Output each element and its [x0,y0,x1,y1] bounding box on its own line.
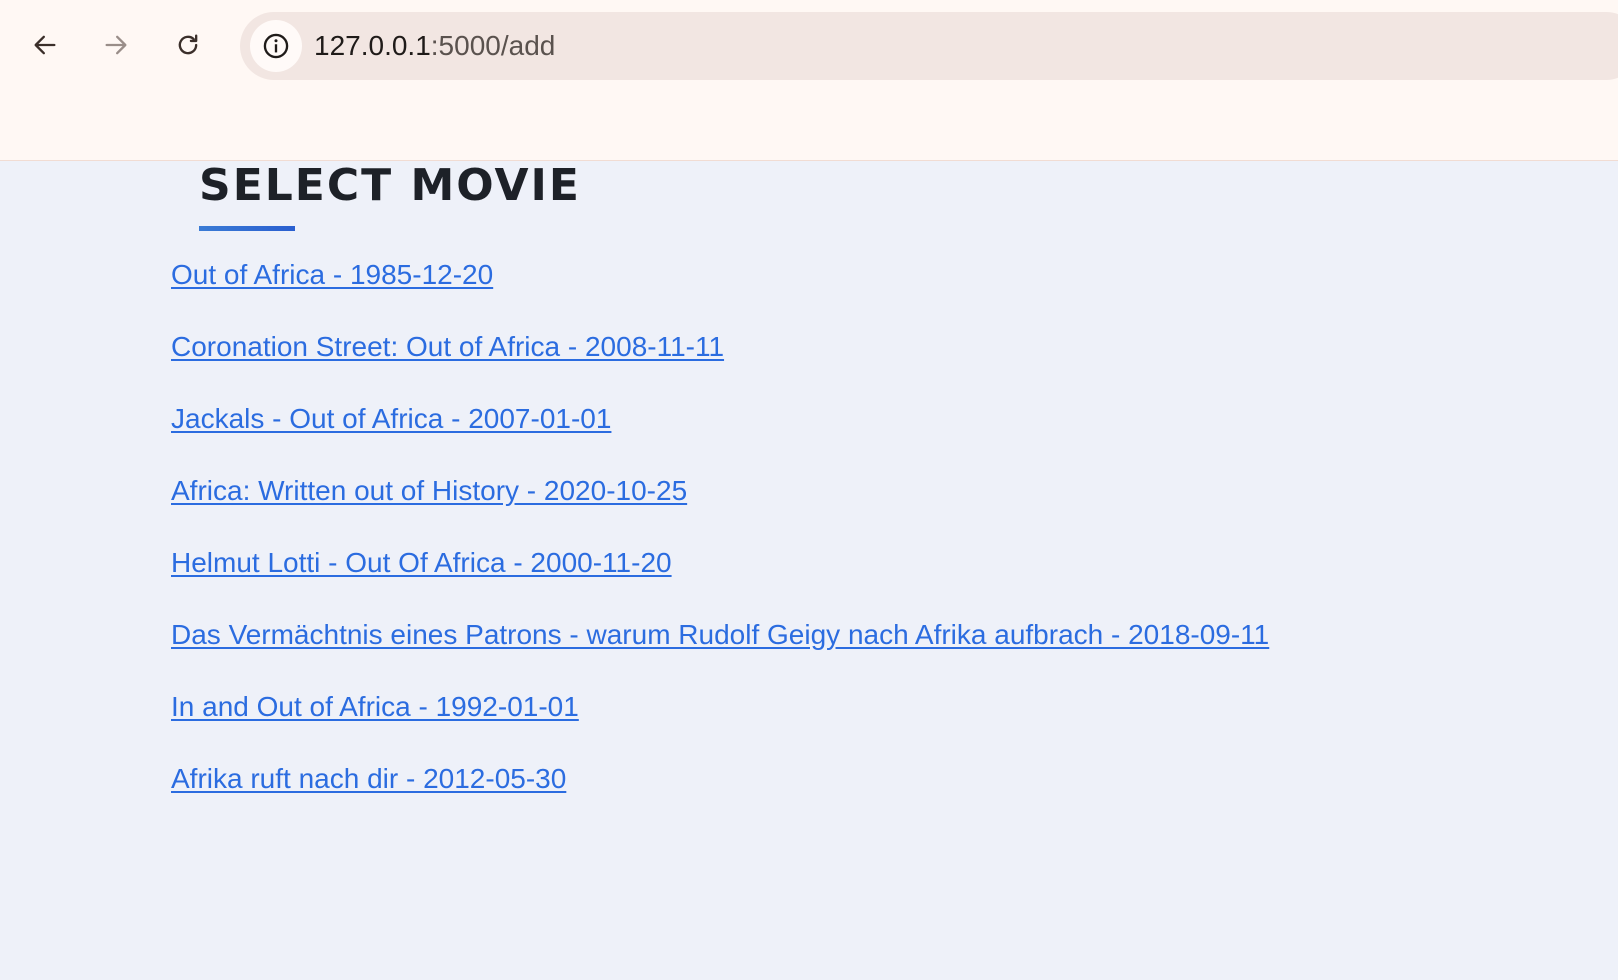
movie-link[interactable]: Africa: Written out of History - 2020-10… [171,475,687,506]
forward-button[interactable] [91,20,141,70]
info-icon [263,33,289,59]
reload-button[interactable] [163,20,213,70]
movie-link[interactable]: Coronation Street: Out of Africa - 2008-… [171,331,724,362]
movie-link[interactable]: Jackals - Out of Africa - 2007-01-01 [171,403,611,434]
movie-link[interactable]: Out of Africa - 1985-12-20 [171,259,493,290]
url-host: 127.0.0.1 [314,30,431,61]
back-arrow-icon [34,35,56,55]
movie-link[interactable]: Afrika ruft nach dir - 2012-05-30 [171,763,566,794]
url-text[interactable]: 127.0.0.1:5000/add [314,12,555,80]
back-button[interactable] [20,20,70,70]
list-item: Helmut Lotti - Out Of Africa - 2000-11-2… [171,545,1269,617]
address-bar[interactable]: 127.0.0.1:5000/add [240,12,1618,80]
list-item: Africa: Written out of History - 2020-10… [171,473,1269,545]
movie-link[interactable]: In and Out of Africa - 1992-01-01 [171,691,579,722]
browser-toolbar: 127.0.0.1:5000/add [0,0,1618,161]
list-item: Das Vermächtnis eines Patrons - warum Ru… [171,617,1269,689]
forward-arrow-icon [105,35,127,55]
list-item: Coronation Street: Out of Africa - 2008-… [171,329,1269,401]
movie-link[interactable]: Das Vermächtnis eines Patrons - warum Ru… [171,619,1269,650]
page-title: SELECT MOVIE [199,160,581,211]
movie-link[interactable]: Helmut Lotti - Out Of Africa - 2000-11-2… [171,547,672,578]
title-underline [199,226,295,231]
list-item: In and Out of Africa - 1992-01-01 [171,689,1269,761]
list-item: Out of Africa - 1985-12-20 [171,257,1269,329]
url-path: :5000/add [430,30,556,61]
list-item: Afrika ruft nach dir - 2012-05-30 [171,761,1269,833]
page-content: SELECT MOVIE Out of Africa - 1985-12-20 … [0,161,1618,980]
movie-list: Out of Africa - 1985-12-20 Coronation St… [171,257,1269,833]
reload-icon [178,34,198,55]
list-item: Jackals - Out of Africa - 2007-01-01 [171,401,1269,473]
site-info-button[interactable] [250,20,302,72]
